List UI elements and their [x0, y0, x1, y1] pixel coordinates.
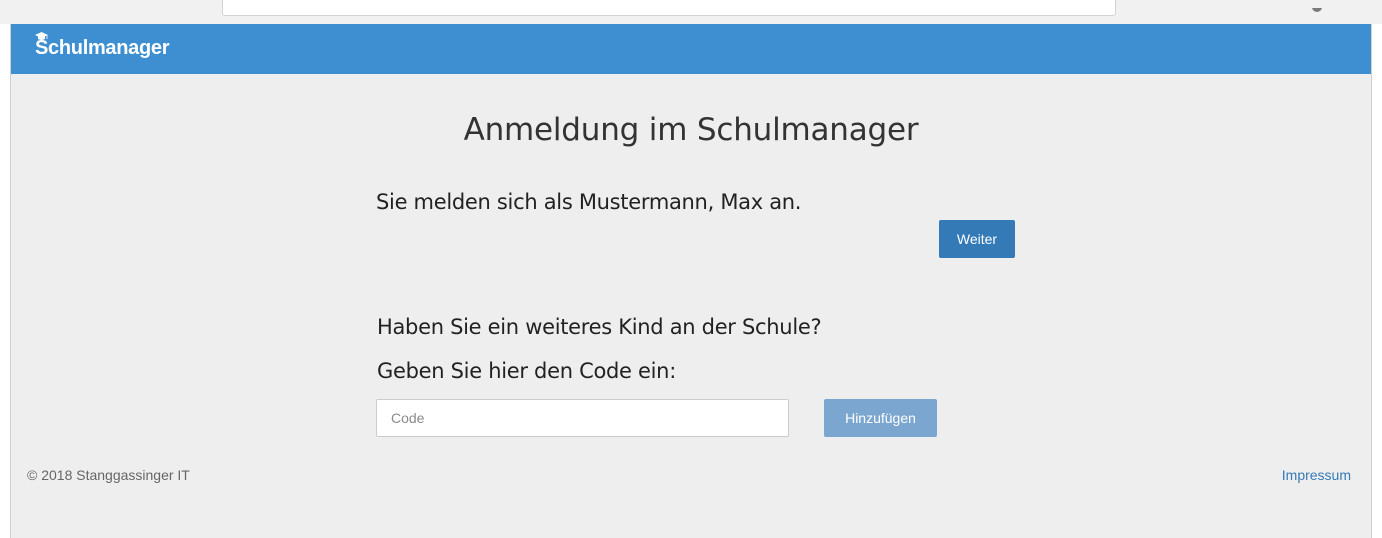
footer-copyright: © 2018 Stanggassinger IT	[27, 467, 190, 483]
login-message: Sie melden sich als Mustermann, Max an.	[376, 190, 802, 214]
add-button[interactable]: Hinzufügen	[824, 399, 937, 437]
continue-button[interactable]: Weiter	[939, 220, 1015, 258]
additional-child-question: Haben Sie ein weiteres Kind an der Schul…	[377, 315, 822, 339]
address-bar[interactable]	[222, 0, 1116, 16]
browser-chrome	[0, 0, 1382, 24]
app-frame: Schulmanager Anmeldung im Schulmanager S…	[10, 24, 1372, 538]
browser-menu-icon[interactable]	[1312, 8, 1322, 12]
code-hint: Geben Sie hier den Code ein:	[377, 359, 676, 383]
code-input[interactable]	[376, 399, 789, 437]
brand-logo[interactable]: Schulmanager	[35, 37, 170, 60]
navbar: Schulmanager	[11, 24, 1371, 74]
page-title: Anmeldung im Schulmanager	[463, 112, 919, 148]
impressum-link[interactable]: Impressum	[1282, 467, 1351, 483]
